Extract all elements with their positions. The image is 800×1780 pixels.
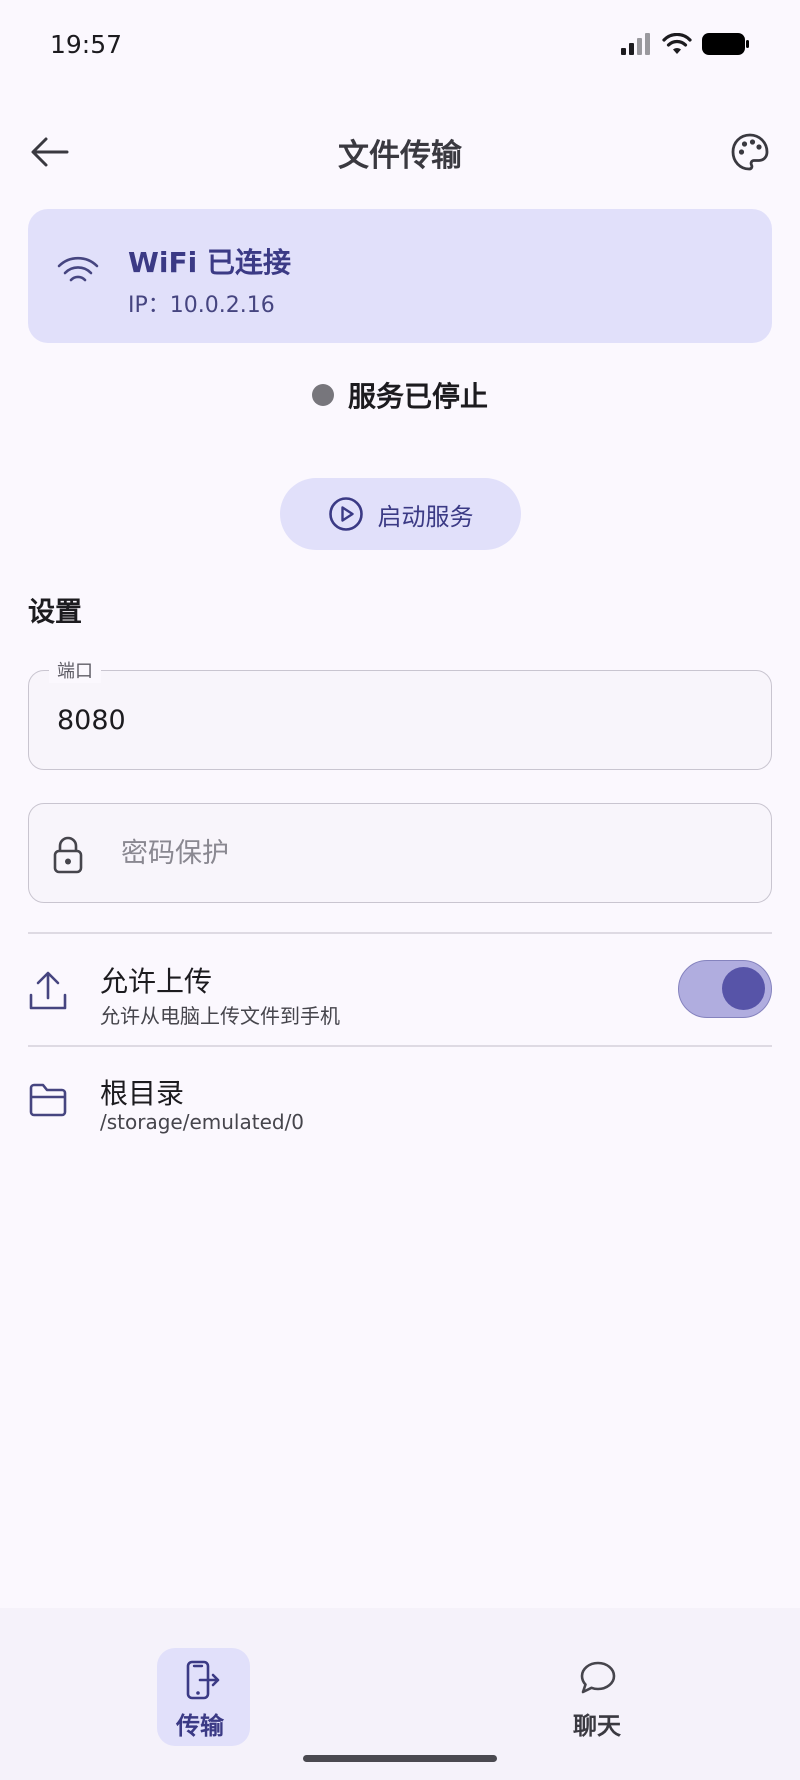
port-label: 端口	[49, 657, 101, 683]
signal-icon	[621, 33, 650, 55]
start-service-button[interactable]: 启动服务	[280, 478, 521, 550]
service-status: 服务已停止	[0, 375, 800, 415]
toggle-knob	[722, 967, 765, 1010]
wifi-title: WiFi 已连接	[128, 246, 291, 279]
phone-transfer-icon	[186, 1660, 220, 1700]
page-title: 文件传输	[338, 138, 462, 174]
app-bar: 文件传输	[0, 110, 800, 194]
port-value: 8080	[57, 705, 126, 736]
divider	[28, 932, 772, 934]
home-indicator	[303, 1755, 497, 1762]
nav-label-transfer: 传输	[176, 1712, 224, 1740]
upload-icon	[29, 971, 67, 1010]
chat-bubble-icon	[580, 1661, 616, 1694]
divider	[28, 1045, 772, 1047]
password-field[interactable]	[28, 803, 772, 903]
battery-icon	[702, 33, 749, 55]
nav-label-chat: 聊天	[573, 1712, 621, 1740]
lock-icon	[53, 836, 83, 874]
root-directory-title: 根目录	[100, 1077, 185, 1110]
wifi-status-icon	[662, 33, 692, 54]
settings-section-title: 设置	[28, 597, 82, 628]
root-directory-setting[interactable]: 根目录 /storage/emulated/0	[28, 1060, 772, 1156]
nav-item-chat[interactable]: 聊天	[497, 1630, 697, 1740]
root-directory-path: /storage/emulated/0	[100, 1110, 305, 1134]
status-bar: 19:57	[0, 0, 800, 90]
wifi-icon	[57, 256, 99, 282]
service-status-text: 服务已停止	[347, 380, 488, 413]
start-service-label: 启动服务	[377, 502, 474, 531]
password-input[interactable]	[121, 828, 721, 878]
play-circle-icon	[328, 497, 363, 531]
status-time: 19:57	[50, 30, 123, 59]
status-dot	[311, 384, 334, 406]
allow-upload-toggle[interactable]	[678, 960, 772, 1018]
wifi-ip-address: IP：10.0.2.16	[128, 293, 275, 318]
folder-icon	[29, 1083, 67, 1117]
nav-item-transfer[interactable]: 传输	[100, 1630, 300, 1746]
allow-upload-subtitle: 允许从电脑上传文件到手机	[100, 1004, 340, 1028]
status-icons	[620, 32, 750, 56]
wifi-status-card: WiFi 已连接 IP：10.0.2.16	[28, 209, 772, 343]
port-field[interactable]: 端口 8080	[28, 657, 772, 770]
allow-upload-title: 允许上传	[100, 965, 213, 998]
allow-upload-setting[interactable]: 允许上传 允许从电脑上传文件到手机	[28, 950, 772, 1046]
palette-icon	[731, 133, 769, 171]
theme-button[interactable]	[726, 128, 774, 176]
